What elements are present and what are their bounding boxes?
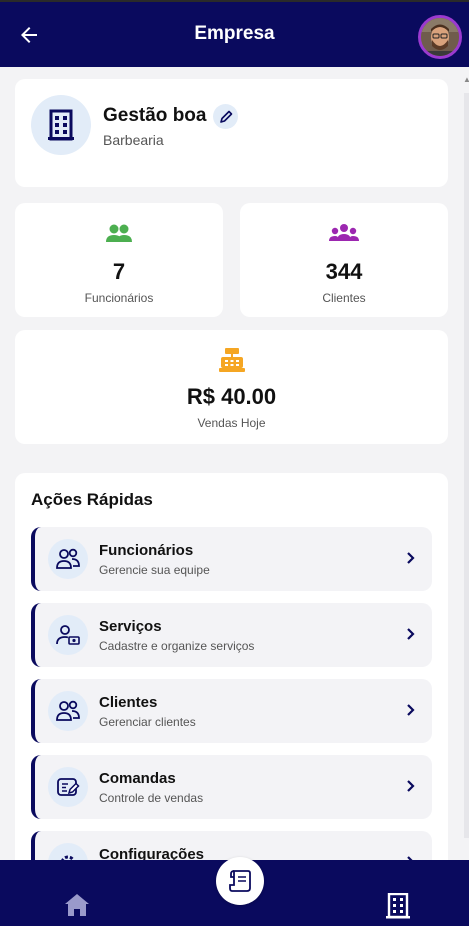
stat-clients[interactable]: 344 Clientes <box>240 203 448 317</box>
clients-label: Clientes <box>322 291 366 305</box>
user-avatar[interactable] <box>418 15 462 59</box>
user-money-icon <box>56 625 80 645</box>
stat-sales-today[interactable]: R$ 40.00 Vendas Hoje <box>15 330 448 444</box>
quick-action-name: Configurações <box>99 846 205 860</box>
scroll-up-arrow-icon[interactable]: ▲ <box>463 75 469 84</box>
chevron-right-icon <box>407 628 415 640</box>
quick-action-subtitle: Controle de vendas <box>99 791 204 805</box>
scrollbar-track[interactable] <box>464 93 469 838</box>
app-bar: Empresa <box>0 0 469 67</box>
quick-action-clientes[interactable]: Clientes Gerenciar clientes <box>31 679 432 743</box>
quick-action-name: Funcionários <box>99 542 194 559</box>
building-icon <box>48 109 74 141</box>
sales-value: R$ 40.00 <box>186 384 277 409</box>
company-type: Barbearia <box>103 132 164 148</box>
edit-company-button[interactable] <box>213 104 238 129</box>
nav-home[interactable] <box>64 893 90 922</box>
company-card: Gestão boa Barbearia <box>15 79 448 187</box>
chevron-right-icon <box>407 552 415 564</box>
receipt-icon <box>229 870 251 892</box>
page-title: Empresa <box>194 23 275 44</box>
center-action-button[interactable] <box>216 857 264 905</box>
quick-action-servicos[interactable]: Serviços Cadastre e organize serviços <box>31 603 432 667</box>
quick-action-subtitle: Gerenciar clientes <box>99 715 196 729</box>
people-outline-icon <box>56 548 80 569</box>
sales-label: Vendas Hoje <box>197 416 266 430</box>
home-icon <box>65 894 89 916</box>
quick-action-subtitle: Cadastre e organize serviços <box>99 639 255 653</box>
nav-company[interactable] <box>386 892 410 924</box>
quick-action-name: Serviços <box>99 618 162 635</box>
quick-action-name: Clientes <box>99 694 158 711</box>
group-icon <box>329 224 359 241</box>
quick-action-configuracoes[interactable]: Configurações <box>31 831 432 860</box>
chevron-right-icon <box>407 780 415 792</box>
quick-action-funcionarios[interactable]: Funcionários Gerencie sua equipe <box>31 527 432 591</box>
chevron-right-icon <box>407 704 415 716</box>
cash-register-icon <box>218 348 245 372</box>
receipt-edit-icon <box>57 778 80 796</box>
stat-employees[interactable]: 7 Funcionários <box>15 203 223 317</box>
employees-label: Funcionários <box>84 291 154 305</box>
quick-actions-card: Ações Rápidas Funcionários Gerencie sua … <box>15 473 448 860</box>
company-name: Gestão boa <box>103 105 207 126</box>
people-icon <box>106 224 132 242</box>
quick-actions-title: Ações Rápidas <box>31 490 153 509</box>
content-scroll[interactable]: Gestão boa Barbearia 7 Funcionários 344 <box>0 67 469 860</box>
company-logo <box>31 95 91 155</box>
quick-action-name: Comandas <box>99 770 176 787</box>
quick-action-comandas[interactable]: Comandas Controle de vendas <box>31 755 432 819</box>
gear-icon <box>61 855 75 860</box>
pencil-icon <box>219 110 232 123</box>
employees-count: 7 <box>112 259 126 284</box>
clients-count: 344 <box>325 259 363 284</box>
quick-action-subtitle: Gerencie sua equipe <box>99 563 210 577</box>
people-outline-icon <box>56 700 80 721</box>
building-icon <box>386 892 410 919</box>
